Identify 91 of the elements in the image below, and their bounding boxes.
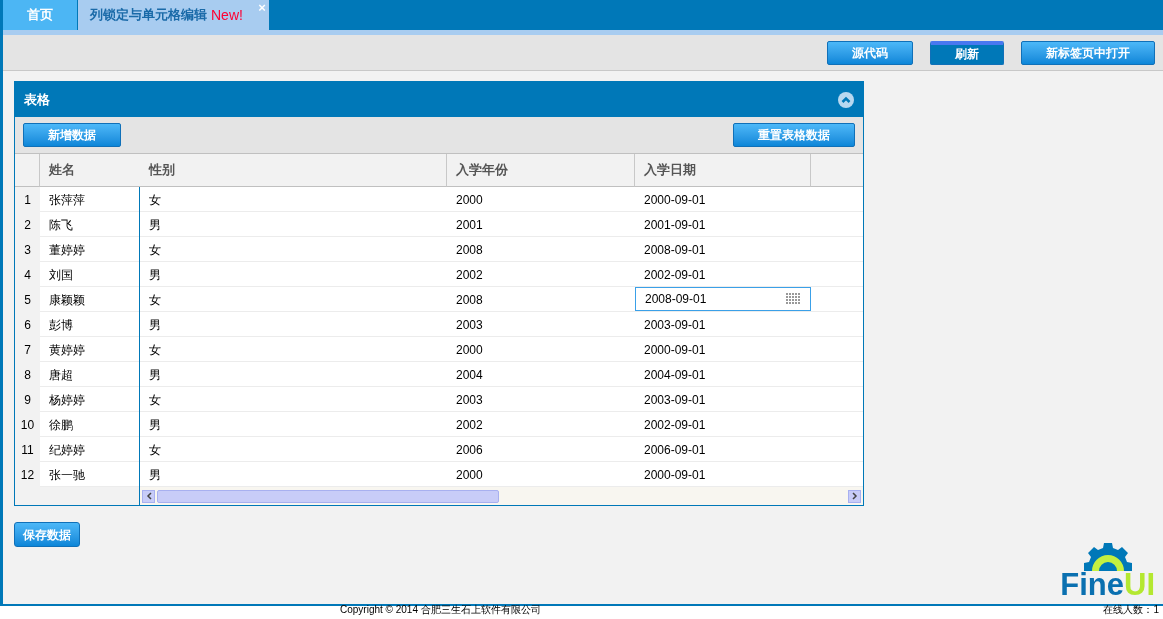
table-cell-text: 2001-09-01 [643,216,707,234]
table-cell-text: 2000-09-01 [643,341,707,359]
chevron-left-icon [145,492,152,500]
table-row[interactable]: 3 董婷婷 [15,237,139,262]
row-number: 1 [15,187,40,212]
table-row[interactable]: 10 徐鹏 [15,412,139,437]
row-number: 8 [15,362,40,387]
row-number: 10 [15,412,40,437]
row-number: 7 [15,337,40,362]
calendar-icon[interactable] [786,293,801,305]
new-label: New! [211,5,243,25]
table-row[interactable]: 1 张萍萍 [15,187,139,212]
row-number: 3 [15,237,40,262]
table-cell-text: 2002-09-01 [643,416,707,434]
scroll-right-button[interactable] [848,489,861,503]
copyright-text: Copyright © 2014 合肥三生石上软件有限公司 [340,604,541,616]
column-header[interactable]: 性别 [140,154,447,187]
table-cell-text: 2000 [455,466,484,484]
table-cell-text: 女 [148,391,162,409]
table-cell-text: 唐超 [48,366,74,384]
table-row[interactable]: 2 陈飞 [15,212,139,237]
column-header[interactable]: 姓名 [40,154,140,187]
table-cell-text: 男 [148,416,162,434]
online-count: 在线人数：1 [1103,604,1159,616]
date-field[interactable]: 2008-09-01 [635,287,811,311]
table-cell-text: 杨婷婷 [48,391,86,409]
row-number: 6 [15,312,40,337]
panel-title: 表格 [24,90,50,109]
table-cell-text: 2008 [455,291,484,309]
logo: FineUI [1060,569,1155,600]
table-row[interactable]: 9 杨婷婷 [15,387,139,412]
table-row[interactable]: 8 唐超 [15,362,139,387]
scrollbar-thumb[interactable] [157,489,499,503]
table-cell-text: 陈飞 [48,216,74,234]
table-cell-text: 黄婷婷 [48,341,86,359]
row-number: 2 [15,212,40,237]
collapse-icon[interactable] [838,91,854,108]
table-cell-text: 2006-09-01 [643,441,707,459]
table-cell-text: 张萍萍 [48,191,86,209]
scroll-left-button[interactable] [142,489,155,503]
table-cell-text: 徐鹏 [48,416,74,434]
row-number: 5 [15,287,40,312]
row-number: 11 [15,437,40,462]
table-cell-text: 2003-09-01 [643,316,707,334]
table-cell-text: 2000 [455,341,484,359]
table-cell-text: 2002-09-01 [643,266,707,284]
table-cell-text: 2000-09-01 [643,191,707,209]
table-cell-text: 2000-09-01 [643,466,707,484]
table-row[interactable]: 6 彭博 [15,312,139,337]
table-cell-text: 男 [148,466,162,484]
table-cell-text: 2004-09-01 [643,366,707,384]
table-cell-text: 男 [148,266,162,284]
table-cell-text: 张一驰 [48,466,86,484]
table-row[interactable]: 女 2008 2008-09-01 [140,287,863,312]
table-row[interactable]: 5 康颖颖 [15,287,139,312]
table-cell-text: 彭博 [48,316,74,334]
table-cell-text: 2008-09-01 [643,241,707,259]
table-cell-text: 2001 [455,216,484,234]
table-cell-text: 董婷婷 [48,241,86,259]
table-cell-text: 2000 [455,191,484,209]
table-cell-text: 刘国 [48,266,74,284]
table-cell-text: 男 [148,316,162,334]
table-cell-text: 女 [148,191,162,209]
row-number: 12 [15,462,40,487]
table-cell-text: 2004 [455,366,484,384]
table-row[interactable]: 11 纪婷婷 [15,437,139,462]
table-row[interactable]: 7 黄婷婷 [15,337,139,362]
table-cell-text: 2002 [455,266,484,284]
table-cell-text: 康颖颖 [48,291,86,309]
table-cell-text: 2008 [455,241,484,259]
table-cell-text: 2006 [455,441,484,459]
table-cell-text: 女 [148,341,162,359]
toolbar-button[interactable]: 刷新 [930,40,1004,65]
row-number: 9 [15,387,40,412]
table-cell-text: 2003 [455,391,484,409]
table-row[interactable]: 4 刘国 [15,262,139,287]
table-cell-text: 2003 [455,316,484,334]
table-cell-text: 女 [148,291,162,309]
table-cell-text: 男 [148,366,162,384]
table-cell-text: 女 [148,441,162,459]
column-header[interactable]: 入学年份 [447,154,635,187]
row-number: 4 [15,262,40,287]
table-cell-text: 2003-09-01 [643,391,707,409]
table-cell-text: 2002 [455,416,484,434]
table-cell-text: 男 [148,216,162,234]
table-row[interactable]: 12 张一驰 [15,462,139,487]
column-header[interactable]: 入学日期 [635,154,811,187]
table-cell-text: 女 [148,241,162,259]
horizontal-scrollbar[interactable] [140,487,863,505]
chevron-right-icon [851,492,858,500]
table-cell-text: 纪婷婷 [48,441,86,459]
